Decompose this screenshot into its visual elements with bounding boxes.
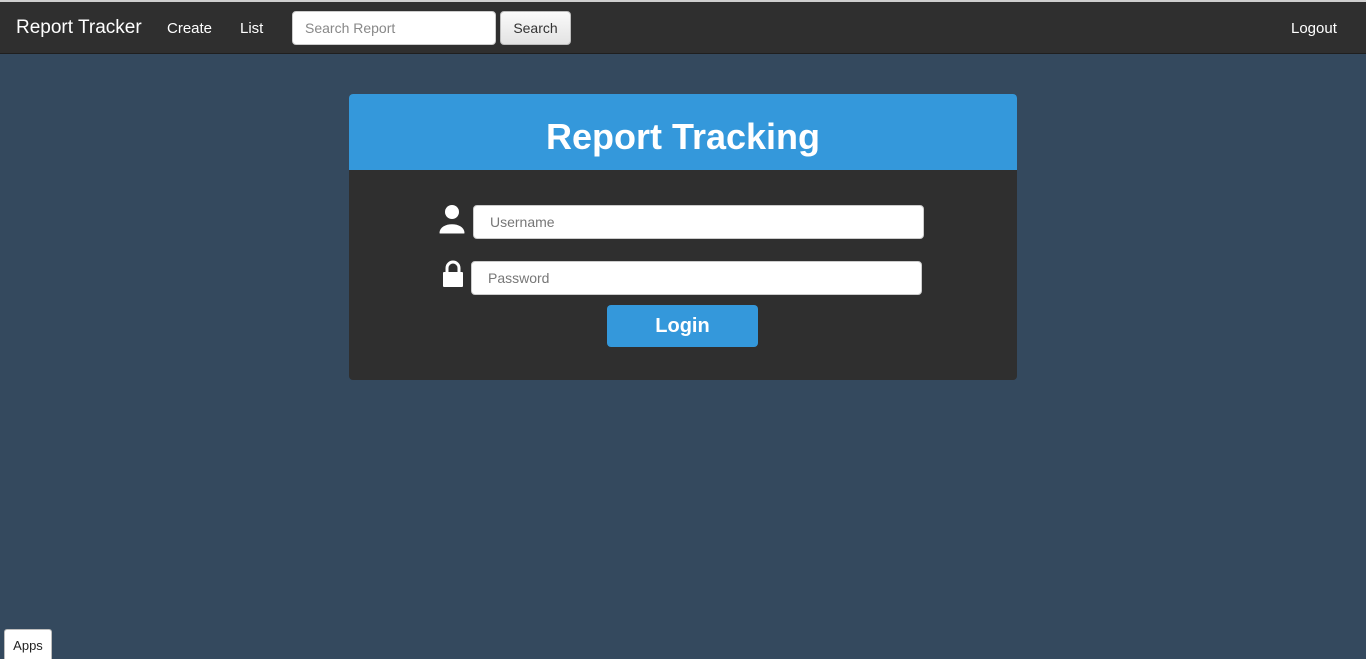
brand-link[interactable]: Report Tracker	[16, 17, 142, 39]
search-input[interactable]	[292, 11, 496, 45]
search-button[interactable]: Search	[500, 11, 571, 45]
username-field[interactable]	[473, 205, 924, 239]
nav-create-link[interactable]: Create	[167, 20, 212, 37]
login-card-header: Report Tracking	[349, 94, 1017, 170]
lock-icon	[441, 260, 467, 290]
navbar: Report Tracker Create List Search Logout	[0, 2, 1366, 54]
user-icon	[439, 204, 465, 234]
login-card: Report Tracking Login	[349, 94, 1017, 380]
login-title: Report Tracking	[545, 116, 821, 157]
password-field[interactable]	[471, 261, 922, 295]
apps-button[interactable]: Apps	[4, 629, 52, 659]
nav-list-link[interactable]: List	[240, 20, 263, 37]
login-button[interactable]: Login	[607, 305, 758, 347]
logout-link[interactable]: Logout	[1291, 20, 1337, 37]
